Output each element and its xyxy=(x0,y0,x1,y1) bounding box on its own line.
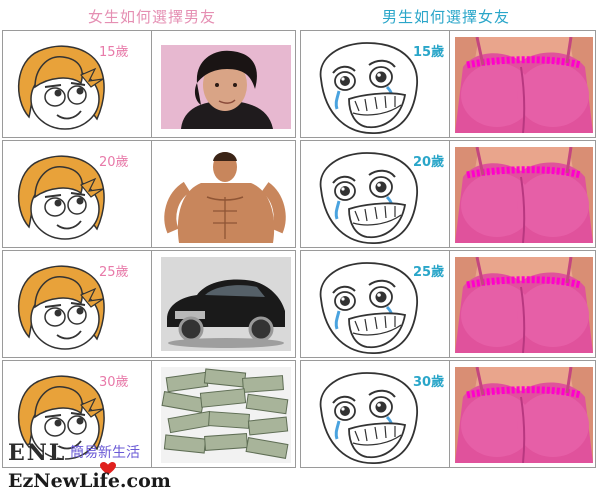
left-row-15: 15歲 xyxy=(2,30,296,138)
right-row-20: 20歲 xyxy=(300,140,596,248)
age-label: 30歲 xyxy=(99,375,129,390)
money-pile-photo xyxy=(161,367,291,463)
age-label: 20歲 xyxy=(413,155,445,170)
age-label: 15歲 xyxy=(99,45,129,60)
right-row-15: 15歲 xyxy=(300,30,596,138)
age-label: 15歲 xyxy=(413,45,445,60)
pink-top-photo xyxy=(455,367,593,463)
right-row-30: 30歲 xyxy=(300,360,596,468)
left-column-title: 女生如何選擇男友 xyxy=(88,8,217,26)
right-column-title: 男生如何選擇女友 xyxy=(382,8,511,26)
pink-top-photo xyxy=(455,147,593,243)
pink-top-photo xyxy=(455,37,593,133)
left-row-20: 20歲 xyxy=(2,140,296,248)
age-label: 20歲 xyxy=(99,155,129,170)
muscular-man-photo xyxy=(161,147,291,243)
teen-idol-photo xyxy=(161,45,291,129)
right-row-25: 25歲 xyxy=(300,250,596,358)
watermark-logo: ENL xyxy=(8,440,67,466)
watermark-chinese: 簡易新生活 xyxy=(70,445,140,461)
left-row-25: 25歲 xyxy=(2,250,296,358)
watermark-url: EzNewLife.com xyxy=(8,470,171,492)
age-label: 25歲 xyxy=(99,265,129,280)
age-label: 30歲 xyxy=(413,375,445,390)
age-label: 25歲 xyxy=(413,265,445,280)
luxury-car-photo xyxy=(161,257,291,351)
pink-top-photo xyxy=(455,257,593,353)
